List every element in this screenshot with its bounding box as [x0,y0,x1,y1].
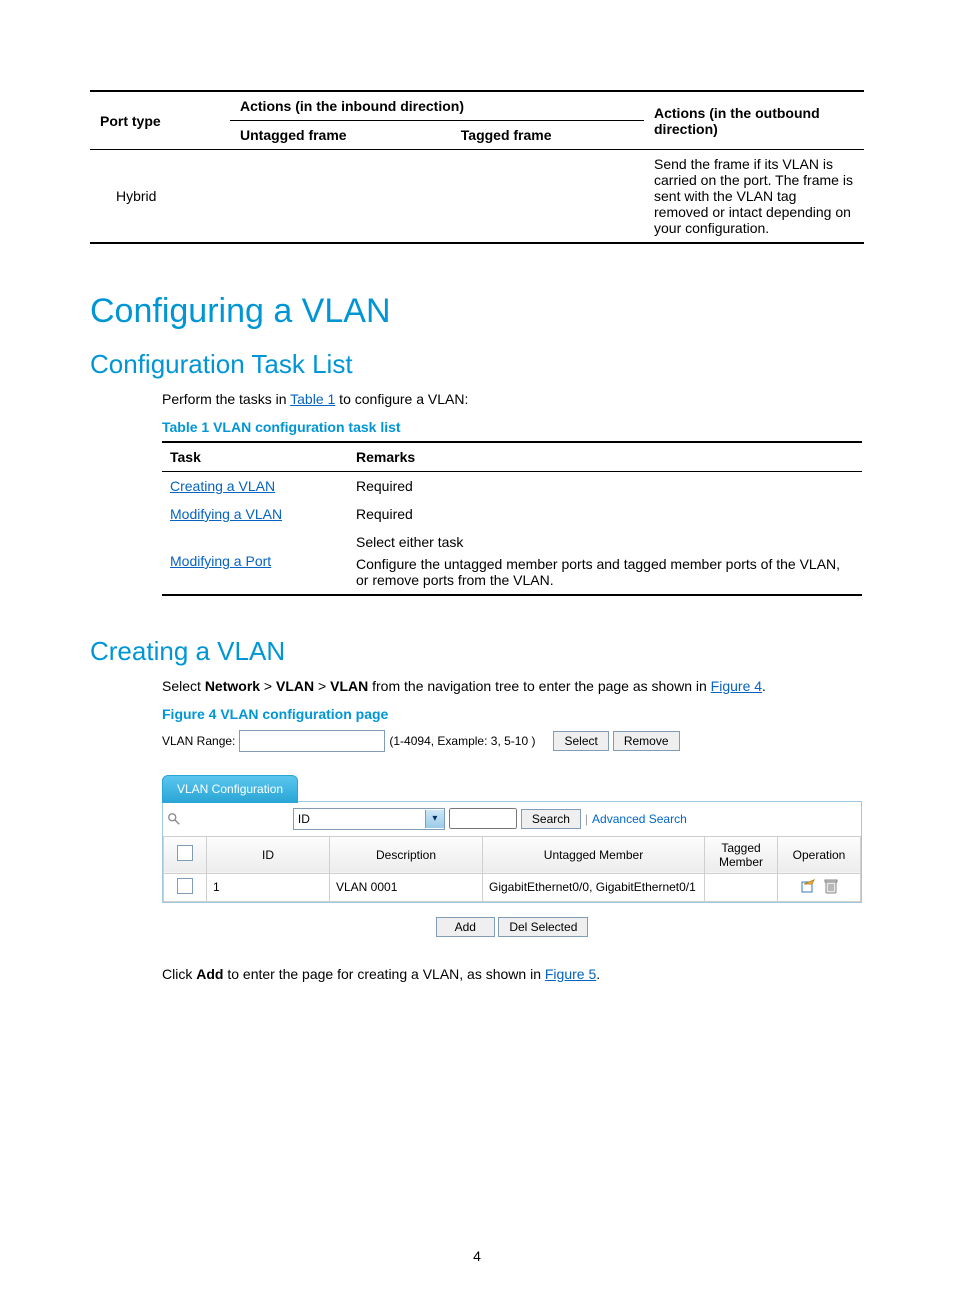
closing-end: . [596,966,600,982]
search-field-select[interactable]: ID ▾ [293,808,445,830]
task-intro-pre: Perform the tasks in [162,391,290,407]
remarks-row3a: Select either task [356,534,854,550]
th-port-type: Port type [90,91,230,150]
cell-desc: VLAN 0001 [330,873,483,901]
figure4-caption: Figure 4 VLAN configuration page [162,706,864,722]
search-field-value: ID [294,812,425,826]
creating-end: . [762,678,766,694]
cell-id: 1 [207,873,330,901]
cell-port-type: Hybrid [90,150,230,244]
vlan-range-input[interactable] [239,730,385,752]
remarks-row1: Required [348,471,862,500]
link-figure4[interactable]: Figure 4 [711,678,762,694]
table-row: 1 VLAN 0001 GigabitEthernet0/0, GigabitE… [164,873,861,901]
remarks-row3: Select either task Configure the untagge… [348,528,862,595]
link-modifying-vlan[interactable]: Modifying a VLAN [170,506,282,522]
chevron-down-icon: ▾ [425,810,444,828]
th-outbound: Actions (in the outbound direction) [644,91,864,150]
delete-icon[interactable] [824,878,838,897]
table1-caption: Table 1 VLAN configuration task list [162,419,864,435]
heading-configuring-vlan: Configuring a VLAN [90,292,864,331]
cell-inbound-untagged [230,150,451,244]
vlan-grid: ID Description Untagged Member Tagged Me… [163,836,861,902]
edit-icon[interactable] [800,878,816,897]
link-table1[interactable]: Table 1 [290,391,335,407]
vlan-range-label: VLAN Range: [162,734,235,748]
vlan-range-hint: (1-4094, Example: 3, 5-10 ) [389,734,535,748]
link-figure5[interactable]: Figure 5 [545,966,596,982]
port-type-table: Port type Actions (in the inbound direct… [90,90,864,244]
closing-para: Click Add to enter the page for creating… [162,965,864,984]
remarks-row2: Required [348,500,862,528]
closing-b: Add [196,966,223,982]
creating-sep1: > [260,678,276,694]
grid-h-tagged: Tagged Member [705,836,778,873]
del-selected-button[interactable]: Del Selected [498,917,588,937]
grid-h-id: ID [207,836,330,873]
closing-mid: to enter the page for creating a VLAN, a… [223,966,544,982]
row-checkbox[interactable] [177,878,193,894]
creating-sep2: > [314,678,330,694]
cell-untagged: GigabitEthernet0/0, GigabitEthernet0/1 [483,873,705,901]
grid-h-desc: Description [330,836,483,873]
tab-vlan-configuration[interactable]: VLAN Configuration [162,775,298,803]
heading-creating-vlan: Creating a VLAN [90,636,864,667]
th-remarks: Remarks [348,442,862,472]
cell-inbound-tagged [451,150,644,244]
link-creating-vlan[interactable]: Creating a VLAN [170,478,275,494]
cell-outbound: Send the frame if its VLAN is carried on… [644,150,864,244]
select-all-checkbox[interactable] [177,845,193,861]
search-icon [167,812,181,826]
tab-spacer [298,774,862,802]
link-modifying-port[interactable]: Modifying a Port [170,553,271,569]
remove-button[interactable]: Remove [613,731,680,751]
task-table: Task Remarks Creating a VLAN Required Mo… [162,441,862,596]
th-untagged-frame: Untagged frame [230,121,451,150]
add-button[interactable]: Add [436,917,495,937]
search-button[interactable]: Search [521,809,581,829]
creating-b1: Network [205,678,260,694]
advanced-search-link[interactable]: Advanced Search [592,812,687,826]
creating-mid: from the navigation tree to enter the pa… [368,678,710,694]
grid-h-untagged: Untagged Member [483,836,705,873]
closing-pre: Click [162,966,196,982]
task-intro: Perform the tasks in Table 1 to configur… [162,390,864,409]
search-text-input[interactable] [449,808,517,829]
heading-config-task-list: Configuration Task List [90,349,864,380]
th-task: Task [162,442,348,472]
cell-tagged [705,873,778,901]
grid-h-op: Operation [778,836,861,873]
task-intro-post: to configure a VLAN: [335,391,468,407]
th-tagged-frame: Tagged frame [451,121,644,150]
select-button[interactable]: Select [553,731,608,751]
page-number: 4 [0,1248,954,1264]
vlan-widget: VLAN Range: (1-4094, Example: 3, 5-10 ) … [162,730,862,937]
remarks-row3b: Configure the untagged member ports and … [356,556,854,588]
creating-pre: Select [162,678,205,694]
th-inbound: Actions (in the inbound direction) [230,91,644,121]
creating-b2: VLAN [276,678,314,694]
creating-para: Select Network > VLAN > VLAN from the na… [162,677,864,696]
creating-b3: VLAN [330,678,368,694]
